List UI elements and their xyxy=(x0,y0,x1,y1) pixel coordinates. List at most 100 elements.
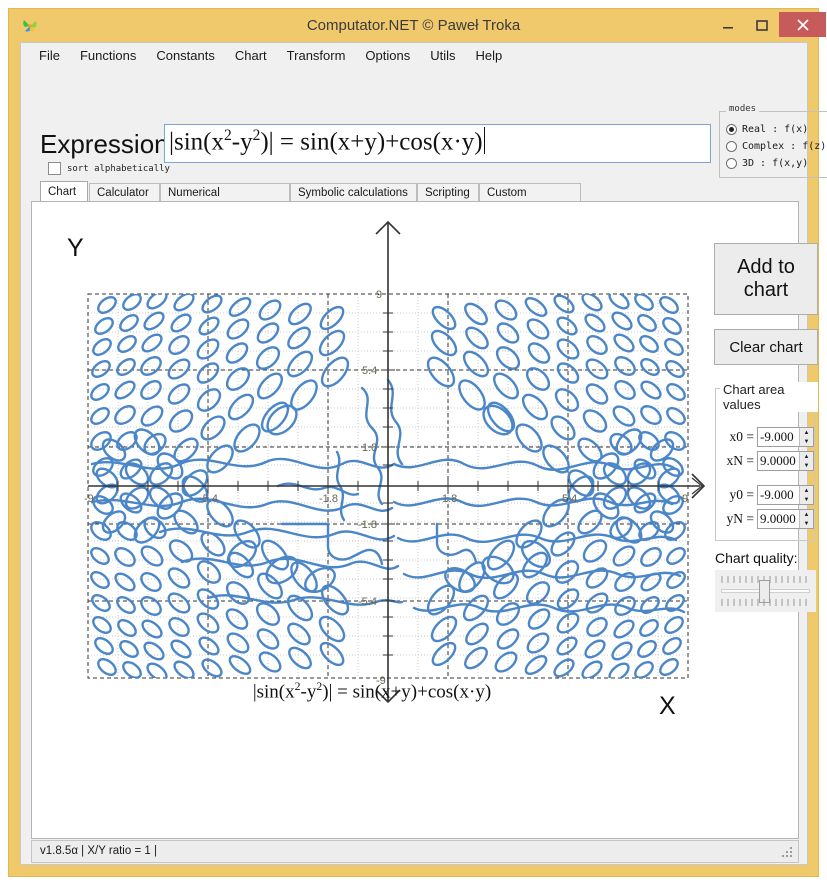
tab-custom-functions[interactable]: Custom functions xyxy=(479,183,581,217)
menu-bar: File Functions Constants Chart Transform… xyxy=(21,43,807,67)
mode-label-3d: 3D : f(x,y) xyxy=(742,158,809,169)
xn-spin-down[interactable]: ▼ xyxy=(800,461,813,470)
status-text: v1.8.5α | X/Y ratio = 1 | xyxy=(40,845,157,857)
chart-area-values-legend: Chart area values xyxy=(720,382,818,412)
menu-item-file[interactable]: File xyxy=(29,45,70,66)
y0-spinner[interactable]: -9.000 ▲ ▼ xyxy=(757,485,814,505)
chart-quality-slider[interactable] xyxy=(715,570,816,612)
xn-spinner[interactable]: 9.0000 ▲ ▼ xyxy=(757,451,814,471)
x0-label: x0 = xyxy=(729,429,755,444)
client-area: File Functions Constants Chart Transform… xyxy=(20,42,827,865)
tab-scripting[interactable]: Scripting xyxy=(417,183,479,202)
sort-alphabetically-checkbox[interactable] xyxy=(48,162,61,175)
x0-spinner[interactable]: -9.000 ▲ ▼ xyxy=(757,427,814,447)
sort-alphabetically-label: sort alphabetically xyxy=(67,163,170,174)
add-to-chart-label: Add to chart xyxy=(737,256,795,301)
x-tick-label--5.4: -5.4 xyxy=(199,493,218,505)
x0-spin-down[interactable]: ▼ xyxy=(800,437,813,446)
x0-spin-up[interactable]: ▲ xyxy=(800,428,813,437)
add-to-chart-button[interactable]: Add to chart xyxy=(714,243,818,315)
x0-value[interactable]: -9.000 xyxy=(758,428,799,446)
text-caret xyxy=(483,127,485,155)
mode-option-complex[interactable]: Complex : f(z) xyxy=(726,141,826,152)
sort-alphabetically-row[interactable]: sort alphabetically xyxy=(48,162,170,175)
xn-spin-buttons[interactable]: ▲ ▼ xyxy=(799,452,813,470)
yn-spin-up[interactable]: ▲ xyxy=(800,510,813,519)
yn-value[interactable]: 9.0000 xyxy=(758,510,799,528)
radio-3d-icon[interactable] xyxy=(726,158,737,169)
modes-group: modes Real : f(x) Complex : f(z) 3D : f(… xyxy=(719,104,827,178)
chart-quality-label: Chart quality: xyxy=(715,550,798,566)
xn-spin-up[interactable]: ▲ xyxy=(800,452,813,461)
radio-real-icon[interactable] xyxy=(726,124,737,135)
x-tick-label-9: 9 xyxy=(682,493,688,505)
yn-spinner[interactable]: 9.0000 ▲ ▼ xyxy=(757,509,814,529)
chart-area-values-group: Chart area values x0 = -9.000 ▲ ▼ xN = 9 xyxy=(715,382,818,541)
menu-item-help[interactable]: Help xyxy=(466,45,513,66)
xn-value[interactable]: 9.0000 xyxy=(758,452,799,470)
y0-spin-down[interactable]: ▼ xyxy=(800,495,813,504)
y0-row: y0 = -9.000 ▲ ▼ xyxy=(721,485,814,505)
title-bar: Computator.NET © Paweł Troka xyxy=(9,9,826,42)
radio-complex-icon[interactable] xyxy=(726,141,737,152)
expression-input[interactable]: |sin(x2-y2)| = sin(x+y)+cos(x·y) xyxy=(164,124,711,163)
x0-row: x0 = -9.000 ▲ ▼ xyxy=(721,427,814,447)
tab-chart[interactable]: Chart xyxy=(40,181,88,202)
caption-part-2: -y xyxy=(300,681,317,703)
chart-plot[interactable]: -9 -5.4 -1.8 1.8 5.4 9 9 5.4 1.8 -1.8 -5… xyxy=(32,202,712,722)
menu-item-chart[interactable]: Chart xyxy=(225,45,277,66)
y-axis-label: Y xyxy=(67,234,84,262)
y-tick-label--1.8: -1.8 xyxy=(358,519,377,531)
minimize-button[interactable] xyxy=(713,13,743,37)
mode-option-3d[interactable]: 3D : f(x,y) xyxy=(726,158,808,169)
x-tick-label-1.8: 1.8 xyxy=(442,493,457,505)
yn-spin-down[interactable]: ▼ xyxy=(800,519,813,528)
slider-ticks-bottom xyxy=(721,599,807,606)
x-tick-label--9: -9 xyxy=(84,493,94,505)
mode-label-complex: Complex : f(z) xyxy=(742,141,827,152)
application-window: Computator.NET © Paweł Troka File Functi… xyxy=(8,8,827,877)
yn-label: yN = xyxy=(726,511,755,526)
status-bar: v1.8.5α | X/Y ratio = 1 | xyxy=(31,840,799,863)
window-title: Computator.NET © Paweł Troka xyxy=(306,17,521,34)
caption-part-3: )| = sin(x+y)+cos(x·y) xyxy=(322,681,492,703)
y-tick-label-5.4: 5.4 xyxy=(362,365,377,377)
tab-numerical-calculations[interactable]: Numerical calculations xyxy=(160,183,290,217)
resize-grip-icon[interactable] xyxy=(782,847,794,859)
tab-symbolic-calculations[interactable]: Symbolic calculations xyxy=(290,183,417,202)
mode-label-real: Real : f(x) xyxy=(742,124,809,135)
y0-value[interactable]: -9.000 xyxy=(758,486,799,504)
tab-strip: Chart Calculator Numerical calculations … xyxy=(31,181,799,217)
expression-sup-1: 2 xyxy=(224,127,232,144)
x0-spin-buttons[interactable]: ▲ ▼ xyxy=(799,428,813,446)
modes-legend: modes xyxy=(726,104,760,114)
tab-page-chart: -9 -5.4 -1.8 1.8 5.4 9 9 5.4 1.8 -1.8 -5… xyxy=(31,201,818,839)
expression-value: |sin(x2-y2)| = sin(x+y)+cos(x·y) xyxy=(169,127,485,156)
yn-spin-buttons[interactable]: ▲ ▼ xyxy=(799,510,813,528)
y-tick-label--5.4: -5.4 xyxy=(358,596,377,608)
menu-item-functions[interactable]: Functions xyxy=(70,45,146,66)
chart-caption: |sin(x2-y2)| = sin(x+y)+cos(x·y) xyxy=(32,680,712,703)
y0-spin-buttons[interactable]: ▲ ▼ xyxy=(799,486,813,504)
y0-label: y0 = xyxy=(729,487,755,502)
close-button[interactable] xyxy=(779,12,826,37)
mode-option-real[interactable]: Real : f(x) xyxy=(726,124,808,135)
maximize-button[interactable] xyxy=(747,13,777,37)
chart-area[interactable]: -9 -5.4 -1.8 1.8 5.4 9 9 5.4 1.8 -1.8 -5… xyxy=(32,202,712,838)
menu-item-options[interactable]: Options xyxy=(355,45,420,66)
y-tick-label-1.8: 1.8 xyxy=(362,442,377,454)
yn-row: yN = 9.0000 ▲ ▼ xyxy=(721,509,814,529)
expression-part-2: -y xyxy=(231,128,253,156)
xn-row: xN = 9.0000 ▲ ▼ xyxy=(721,451,814,471)
tab-calculator[interactable]: Calculator xyxy=(89,183,160,202)
menu-item-utils[interactable]: Utils xyxy=(420,45,465,66)
caption-part-1: |sin(x xyxy=(252,681,295,703)
x-tick-label--1.8: -1.8 xyxy=(319,493,338,505)
menu-item-constants[interactable]: Constants xyxy=(146,45,225,66)
expression-part-3: )| = sin(x+y)+cos(x·y) xyxy=(260,128,483,156)
y0-spin-up[interactable]: ▲ xyxy=(800,486,813,495)
expression-part-1: |sin(x xyxy=(169,128,225,156)
clear-chart-button[interactable]: Clear chart xyxy=(714,329,818,365)
menu-item-transform[interactable]: Transform xyxy=(277,45,356,66)
expression-label: Expression: xyxy=(40,129,176,159)
